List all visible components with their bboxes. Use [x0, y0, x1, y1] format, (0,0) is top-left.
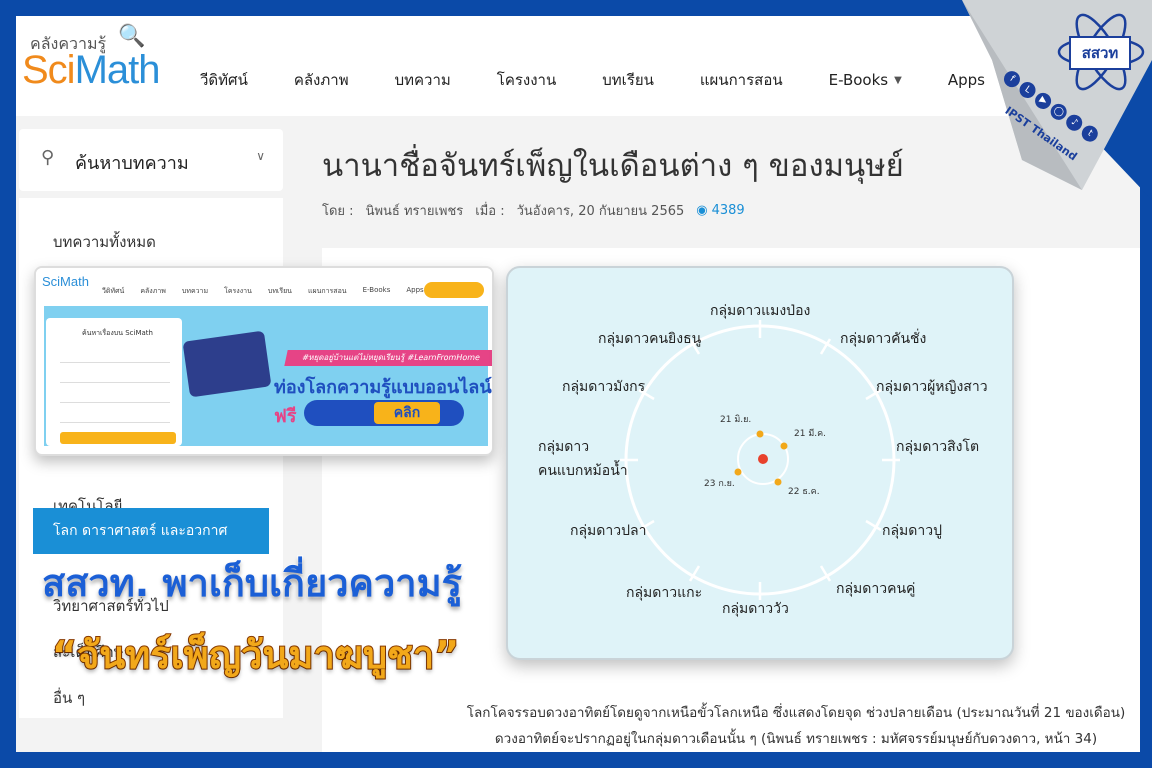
main-nav: วีดิทัศน์ คลังภาพ บทความ โครงงาน บทเรียน… — [200, 68, 985, 92]
author-name: นิพนธ์ ทรายเพชร — [365, 204, 464, 219]
preview-navbar: SciMath วีดิทัศน์ คลังภาพ บทความ โครงงาน… — [36, 268, 492, 304]
article-title: นานาชื่อจันทร์เพ็ญในเดือนต่าง ๆ ของมนุษย… — [322, 148, 904, 184]
article-meta: โดย : นิพนธ์ ทรายเพชร เมื่อ : วันอังคาร,… — [322, 200, 745, 221]
date-jun: 21 มิ.ย. — [720, 415, 752, 425]
label-capricorn: กลุ่มดาวมังกร — [562, 379, 646, 395]
website-preview-image: SciMath วีดิทัศน์ คลังภาพ บทความ โครงงาน… — [34, 266, 494, 456]
earth-position-jun — [756, 430, 764, 438]
zodiac-diagram: กลุ่มดาวแมงป่อง กลุ่มดาวคนยิงธนู กลุ่มดา… — [506, 266, 1014, 660]
logo-sci: Sci — [22, 48, 76, 92]
preview-headline-text: ท่องโลกความรู้แบบออนไลน์ — [274, 377, 492, 398]
sun-dot — [758, 454, 768, 464]
menu-item-earth-astronomy[interactable]: โลก ดาราศาสตร์ และอวกาศ — [33, 508, 269, 554]
preview-panel-row — [60, 412, 170, 423]
label-leo: กลุ่มดาวสิงโต — [896, 439, 980, 455]
preview-nav: วีดิทัศน์ คลังภาพ บทความ โครงงาน บทเรียน… — [102, 286, 424, 297]
publish-date: วันอังคาร, 20 กันยายน 2565 — [516, 204, 685, 219]
article-search-dropdown[interactable]: ⚲ ค้นหาบทความ ∨ — [19, 129, 283, 191]
preview-click-button: คลิก — [374, 402, 440, 424]
view-count: 4389 — [711, 203, 745, 218]
nav-lesson-plans[interactable]: แผนการสอน — [700, 68, 783, 92]
preview-nav-item: E-Books — [362, 286, 391, 294]
date-mar: 21 มี.ค. — [794, 429, 826, 439]
preview-hashtag-banner: #หยุดอยู่บ้านแต่ไม่หยุดเรียนรู้ #LearnFr… — [284, 350, 492, 366]
preview-nav-item: วีดิทัศน์ — [102, 287, 125, 295]
preview-nav-item: โครงงาน — [224, 287, 252, 295]
caption-line-1: โลกโคจรรอบดวงอาทิตย์โดยดูจากเหนือขั้วโลก… — [466, 705, 1126, 721]
preview-nav-item: แผนการสอน — [307, 287, 347, 295]
preview-panel-title: ค้นหาเรื่องบน SciMath — [82, 329, 153, 337]
preview-search-button — [60, 432, 176, 444]
label-sagittarius: กลุ่มดาวคนยิงธนู — [598, 331, 702, 347]
label-virgo: กลุ่มดาวผู้หญิงสาว — [876, 379, 988, 395]
preview-free-badge: ฟรี — [274, 406, 297, 427]
preview-nav-item: บทความ — [181, 287, 209, 295]
date-sep: 23 ก.ย. — [704, 479, 735, 489]
earth-position-mar — [780, 442, 788, 450]
label-aries: กลุ่มดาวแกะ — [626, 585, 703, 601]
label-pisces: กลุ่มดาวปลา — [570, 523, 647, 539]
figure-caption: โลกโคจรรอบดวงอาทิตย์โดยดูจากเหนือขั้วโลก… — [436, 700, 1140, 752]
nav-lessons[interactable]: บทเรียน — [602, 68, 654, 92]
promo-subheadline: “จันทร์เพ็ญวันมาฆบูชา” — [51, 632, 460, 678]
preview-logo: SciMath — [42, 274, 89, 289]
label-gemini: กลุ่มดาวคนคู่ — [836, 581, 916, 597]
preview-login-button — [424, 282, 484, 298]
preview-panel-row — [60, 352, 170, 363]
logo-math: Math — [74, 48, 161, 92]
date-dec: 22 ธ.ค. — [788, 487, 820, 497]
nav-projects[interactable]: โครงงาน — [497, 68, 556, 92]
search-icon: ⚲ — [41, 147, 55, 168]
ipst-logo-text: สสวท — [1069, 36, 1131, 70]
label-taurus: กลุ่มดาววัว — [722, 601, 789, 617]
earth-position-dec — [774, 478, 782, 486]
preview-panel-row — [60, 372, 170, 383]
eye-icon: ◉ — [696, 203, 708, 218]
promo-headline: สสวท. พาเก็บเกี่ยวความรู้ — [41, 560, 463, 606]
menu-item-all[interactable]: บทความทั้งหมด — [53, 230, 156, 254]
label-libra: กลุ่มดาวคันชั่ง — [840, 331, 927, 347]
label-cancer: กลุ่มดาวปู — [882, 523, 942, 539]
preview-tablet-graphic — [182, 330, 272, 398]
chevron-down-icon: ∨ — [256, 149, 265, 163]
nav-gallery[interactable]: คลังภาพ — [294, 68, 349, 92]
label-aquarius-2: คนแบกหม้อน้ำ — [538, 463, 628, 479]
magnifier-logo-icon: 🔍 — [118, 24, 146, 49]
menu-item-other[interactable]: อื่น ๆ — [53, 686, 85, 710]
caption-line-2: ดวงอาทิตย์จะปรากฏอยู่ในกลุ่มดาวเดือนนั้น… — [494, 731, 1098, 747]
preview-nav-item: บทเรียน — [267, 287, 292, 295]
search-label: ค้นหาบทความ — [75, 153, 189, 174]
earth-position-sep — [734, 468, 742, 476]
preview-search-panel: ค้นหาเรื่องบน SciMath — [46, 318, 182, 446]
scimath-logo[interactable]: SciMath — [22, 48, 161, 93]
nav-video[interactable]: วีดิทัศน์ — [200, 68, 248, 92]
preview-panel-row — [60, 392, 170, 403]
date-label: เมื่อ : — [475, 204, 505, 219]
preview-nav-item: Apps — [406, 286, 424, 294]
preview-nav-item: คลังภาพ — [140, 287, 166, 295]
label-aquarius-1: กลุ่มดาว — [538, 439, 590, 455]
nav-articles[interactable]: บทความ — [395, 68, 451, 92]
label-scorpius: กลุ่มดาวแมงป่อง — [710, 303, 811, 319]
author-label: โดย : — [322, 204, 354, 219]
